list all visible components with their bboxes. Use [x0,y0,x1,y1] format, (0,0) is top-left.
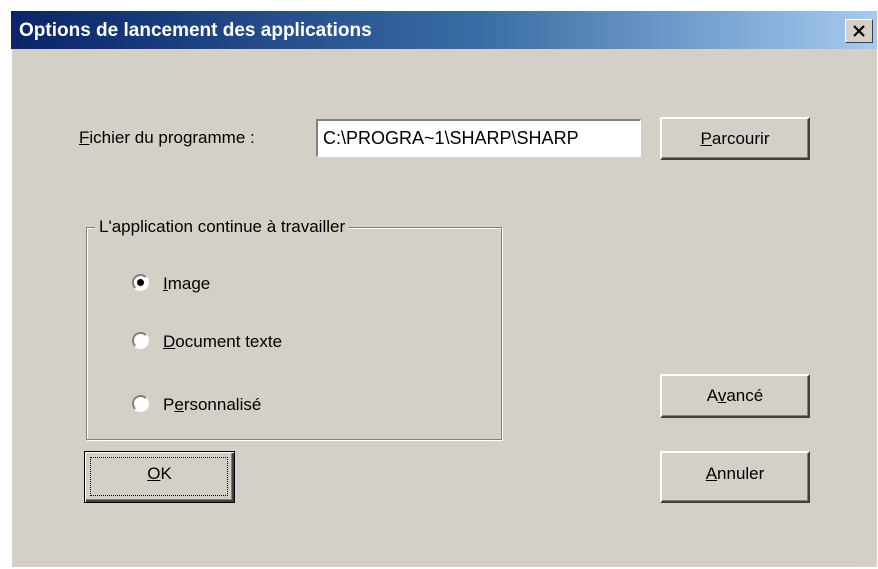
radio-document-text: ocument texte [175,332,283,351]
work-mode-legend: L'application continue à travailler [95,217,350,237]
cancel-access-key: A [705,464,718,483]
browse-label-text: arcourir [711,128,770,148]
dialog-title: Options de lancement des applications [19,20,372,41]
ok-access-key: O [147,464,161,483]
program-file-label: Fichier du programme : [79,128,255,148]
close-icon [853,25,865,37]
title-bar[interactable]: Options de lancement des applications [11,11,877,49]
close-button[interactable] [845,19,873,43]
radio-custom-pre: P [163,395,175,414]
radio-custom-access: e [174,395,184,414]
radio-document-access: D [163,332,176,351]
ok-button[interactable]: OK [84,451,235,503]
radio-document-text[interactable] [132,332,149,349]
radio-image[interactable] [132,274,149,291]
browse-button-label: Parcourir [701,129,770,149]
radio-document-text-label[interactable]: Document texte [163,332,282,352]
radio-custom-label[interactable]: Personnalisé [163,395,261,415]
cancel-label-text: nnuler [717,464,765,483]
radio-custom-text: rsonnalisé [183,395,262,414]
ok-button-label: OK [147,464,172,484]
advanced-button-label: Avancé [707,386,763,406]
program-file-input[interactable] [318,121,640,156]
advanced-pre: A [706,386,718,405]
program-file-label-access: F [79,128,90,147]
radio-selected-dot [137,279,144,286]
browse-button[interactable]: Parcourir [660,117,810,160]
cancel-button-label: Annuler [706,464,765,484]
program-file-field[interactable] [316,119,641,157]
launch-options-dialog: Options de lancement des applications Fi… [11,11,877,567]
radio-custom[interactable] [132,395,149,412]
work-mode-groupbox [86,227,502,440]
ok-label-text: K [160,464,172,483]
cancel-button[interactable]: Annuler [660,451,810,503]
advanced-button[interactable]: Avancé [660,374,810,418]
advanced-label-text: ancé [726,386,764,405]
radio-image-label[interactable]: Image [163,274,210,294]
browse-access-key: P [700,128,712,148]
program-file-label-text: ichier du programme : [89,128,255,147]
radio-image-text: mage [167,274,211,293]
